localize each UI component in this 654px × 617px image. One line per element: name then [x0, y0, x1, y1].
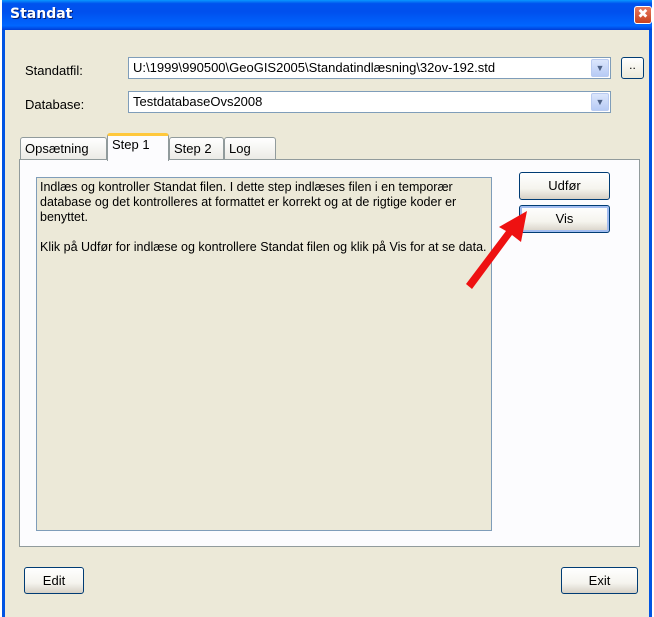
description-paragraph-2: Klik på Udfør for indlæse og kontrollere… [40, 240, 487, 254]
database-value: TestdatabaseOvs2008 [133, 94, 263, 109]
standatfil-combo[interactable]: U:\1999\990500\GeoGIS2005\Standatindlæsn… [128, 57, 611, 79]
chevron-down-icon[interactable]: ▼ [591, 59, 609, 77]
udfor-button[interactable]: Udfør [519, 172, 610, 200]
step1-description[interactable]: Indlæs og kontroller Standat filen. I de… [36, 177, 492, 531]
tab-step2[interactable]: Step 2 [169, 137, 224, 159]
standatfil-label: Standatfil: [25, 63, 83, 78]
window-title: Standat [10, 6, 73, 22]
edit-button[interactable]: Edit [24, 567, 84, 594]
database-label: Database: [25, 97, 85, 112]
step1-panel: Indlæs og kontroller Standat filen. I de… [19, 159, 640, 547]
close-button[interactable]: ✖ [634, 6, 652, 24]
close-icon: ✖ [637, 7, 649, 22]
red-arrow-annotation [466, 211, 527, 289]
database-combo[interactable]: TestdatabaseOvs2008 ▼ [128, 91, 611, 113]
exit-button[interactable]: Exit [561, 567, 638, 594]
tab-opsaetning[interactable]: Opsætning [20, 137, 107, 159]
description-paragraph-1: Indlæs og kontroller Standat filen. I de… [40, 180, 457, 224]
chevron-down-icon[interactable]: ▼ [591, 93, 609, 111]
tab-log[interactable]: Log [224, 137, 276, 159]
tab-step1[interactable]: Step 1 [107, 133, 169, 161]
standatfil-value: U:\1999\990500\GeoGIS2005\Standatindlæsn… [133, 60, 496, 75]
browse-button[interactable]: .. [621, 57, 644, 79]
title-bar[interactable]: Standat ✖ [2, 0, 652, 30]
